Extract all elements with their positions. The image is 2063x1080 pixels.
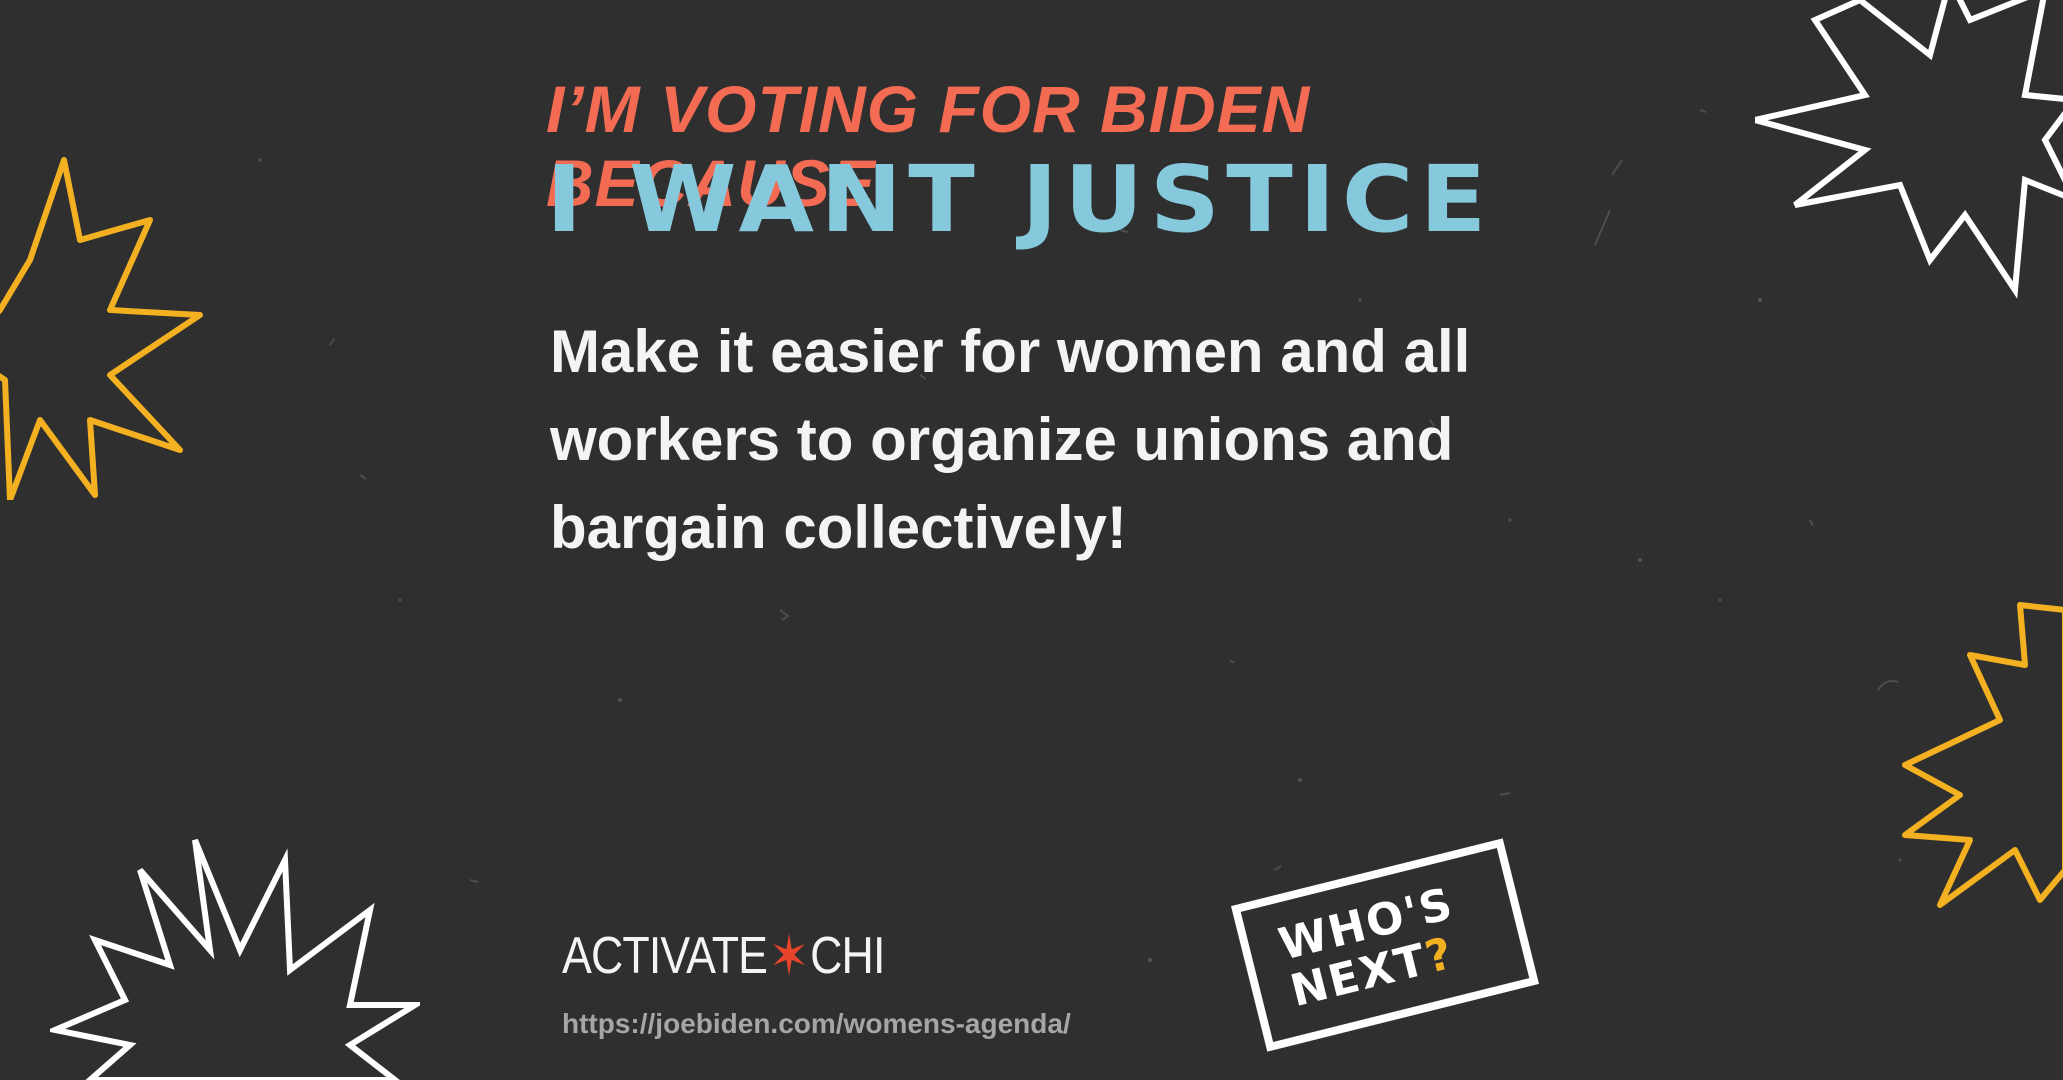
star-burst-icon [0, 157, 203, 500]
headline-main: I WANT JUSTICE [546, 146, 1493, 253]
star-burst-icon [1902, 602, 2063, 908]
body-line: bargain collectively! [550, 494, 1127, 561]
logo-text-right: CHI [810, 927, 885, 985]
activate-chi-logo: ACTIVATE ✶ CHI [562, 926, 885, 986]
logo-text-left: ACTIVATE [562, 927, 768, 985]
body-text: Make it easier for women and all workers… [550, 308, 1510, 572]
body-line: Make it easier for women and all [550, 318, 1471, 385]
star-burst-icon [50, 838, 420, 1080]
body-line: workers to organize unions and [550, 406, 1454, 473]
logo-star-icon: ✶ [768, 924, 809, 987]
source-url: https://joebiden.com/womens-agenda/ [562, 1008, 1071, 1039]
star-burst-icon [1755, 0, 2063, 299]
